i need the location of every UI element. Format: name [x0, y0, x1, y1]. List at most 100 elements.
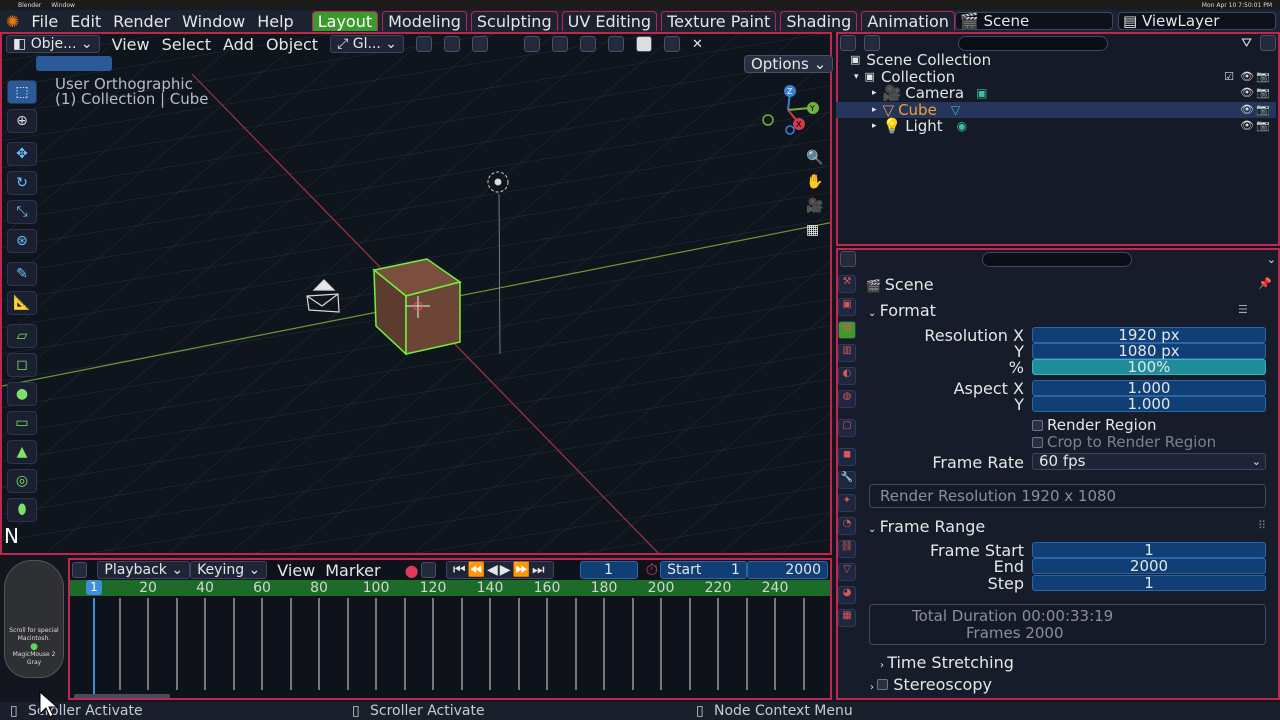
tab-modeling[interactable]: Modeling: [382, 11, 467, 31]
close-icon[interactable]: ✕: [692, 37, 703, 52]
time-stretching-panel-header[interactable]: › Time Stretching: [880, 653, 1014, 672]
add-cylinder-tool-icon[interactable]: ▭: [7, 411, 37, 435]
menu-view-timeline[interactable]: View: [277, 561, 315, 580]
playback-menu[interactable]: Playback ⌄: [97, 561, 191, 579]
world-tab-icon[interactable]: ◍: [838, 390, 856, 408]
frame-step-field[interactable]: 1: [1032, 575, 1266, 591]
tab-shading[interactable]: Shading: [780, 11, 858, 31]
frame-start-field[interactable]: 1: [1032, 542, 1266, 558]
stereoscopy-checkbox[interactable]: [877, 679, 889, 690]
perspective-grid-icon[interactable]: ▦: [806, 222, 819, 238]
measure-tool-icon[interactable]: 📐: [7, 291, 37, 315]
tool-tab-icon[interactable]: ⚒: [838, 275, 856, 293]
tab-layout[interactable]: Layout: [311, 11, 379, 31]
playhead[interactable]: 1: [86, 580, 102, 595]
collection-tab-icon[interactable]: ▢: [838, 419, 856, 437]
pin-icon[interactable]: 📌: [1258, 277, 1272, 290]
cube-render-icon[interactable]: 📷: [1256, 102, 1270, 118]
camera-visibility-icon[interactable]: 👁: [1240, 85, 1254, 101]
timeline-ruler[interactable]: 20 40 60 80 100 120 140 160 180 200 220 …: [70, 580, 830, 596]
menu-render[interactable]: Render: [113, 12, 170, 31]
visibility-icon[interactable]: [524, 36, 540, 52]
play-reverse-icon[interactable]: ◀: [487, 562, 500, 578]
modifier-tab-icon[interactable]: 🔧: [838, 471, 856, 489]
outliner-item-camera[interactable]: ▸ 🎥 Camera ▣ 👁 📷: [836, 85, 1276, 101]
prev-key-icon[interactable]: ⏪: [468, 562, 487, 578]
blender-logo-icon[interactable]: ✺: [6, 12, 19, 31]
menu-select[interactable]: Select: [162, 35, 211, 54]
proportional-edit-icon[interactable]: [472, 36, 488, 52]
tab-animation[interactable]: Animation: [861, 11, 955, 31]
scene-tab-icon[interactable]: ◐: [838, 367, 856, 385]
stopwatch-icon[interactable]: ⏱: [646, 560, 658, 580]
stereoscopy-panel-header[interactable]: › Stereoscopy: [870, 675, 992, 694]
outliner-item-light[interactable]: ▸ 💡 Light ◉ 👁 📷: [836, 118, 1276, 134]
menu-view[interactable]: View: [112, 35, 150, 54]
scene-selector[interactable]: 🎬 Scene: [955, 12, 1113, 30]
add-sphere-tool-icon[interactable]: ●: [7, 382, 37, 406]
transform-tool-icon[interactable]: ⊛: [7, 229, 37, 253]
add-cube-tool-icon[interactable]: ◻: [7, 353, 37, 377]
camera-view-icon[interactable]: 🎥: [806, 198, 823, 214]
scale-tool-icon[interactable]: ⤡: [7, 200, 37, 224]
collection-checkbox-icon[interactable]: ☑: [1224, 69, 1234, 85]
keying-menu[interactable]: Keying ⌄: [190, 561, 268, 579]
properties-search-input[interactable]: [982, 251, 1132, 267]
properties-editor-icon[interactable]: [840, 251, 856, 267]
outliner-item-cube[interactable]: ▸ ▽ Cube ▽ 👁 📷: [836, 102, 1276, 118]
tab-texture-paint[interactable]: Texture Paint: [661, 11, 777, 31]
shading-material-icon[interactable]: [664, 36, 680, 52]
end-frame-field[interactable]: 2000: [746, 561, 828, 579]
pan-hand-icon[interactable]: ✋: [806, 174, 823, 190]
gizmo-icon[interactable]: [552, 36, 568, 52]
play-icon[interactable]: ▶: [500, 562, 513, 578]
editor-type-icon[interactable]: [840, 35, 856, 51]
zoom-icon[interactable]: 🔍: [806, 150, 823, 166]
shading-solid-icon[interactable]: [636, 36, 652, 52]
jump-end-icon[interactable]: ⏭: [532, 562, 547, 578]
cube-visibility-icon[interactable]: 👁: [1240, 102, 1254, 118]
start-frame-field[interactable]: Start 1: [660, 561, 747, 579]
render-region-checkbox[interactable]: Render Region: [1032, 416, 1157, 434]
data-tab-icon[interactable]: ▽: [838, 563, 856, 581]
menu-marker[interactable]: Marker: [325, 561, 380, 580]
mac-menu-window[interactable]: Window: [51, 2, 75, 9]
menu-add[interactable]: Add: [223, 35, 254, 54]
frame-rate-dropdown[interactable]: 60 fps ⌄: [1032, 453, 1266, 470]
format-panel-header[interactable]: ⌄ Format: [868, 301, 936, 320]
expand-chevron-icon[interactable]: ▸: [872, 85, 877, 101]
selection-mode-buttons[interactable]: [36, 56, 112, 71]
next-key-icon[interactable]: ⏩: [513, 562, 532, 578]
jump-start-icon[interactable]: ⏮: [453, 562, 468, 578]
render-tab-icon[interactable]: ▣: [838, 298, 856, 316]
light-render-icon[interactable]: 📷: [1256, 118, 1270, 134]
add-cone-tool-icon[interactable]: ▲: [7, 440, 37, 464]
xray-icon[interactable]: [608, 36, 624, 52]
resolution-y-field[interactable]: 1080 px: [1032, 343, 1266, 359]
add-torus-tool-icon[interactable]: ◎: [7, 469, 37, 493]
menu-window[interactable]: Window: [182, 12, 245, 31]
collection-visibility-icon[interactable]: 👁: [1240, 69, 1254, 85]
camera-render-icon[interactable]: 📷: [1256, 85, 1270, 101]
output-tab-icon[interactable]: ▤: [838, 321, 856, 339]
overlay-icon[interactable]: [580, 36, 596, 52]
navigation-gizmo[interactable]: Z Y X 🔍 ✋ 🎥 ▦: [758, 82, 828, 238]
properties-options-icon[interactable]: ⌄: [1267, 253, 1276, 266]
object-tab-icon[interactable]: ◼: [838, 448, 856, 466]
expand-chevron-icon[interactable]: ▸: [872, 102, 877, 118]
pivot-icon[interactable]: [416, 36, 432, 52]
collapse-chevron-icon[interactable]: ▾: [854, 69, 859, 85]
aspect-x-field[interactable]: 1.000: [1032, 380, 1266, 396]
menu-edit[interactable]: Edit: [70, 12, 101, 31]
material-tab-icon[interactable]: ◕: [838, 586, 856, 604]
aspect-y-field[interactable]: 1.000: [1032, 396, 1266, 412]
outliner-collection[interactable]: ▾ ▣ Collection ☑ 👁 📷: [836, 69, 1276, 85]
mode-selector[interactable]: ◧ Obje... ⌄: [6, 35, 100, 53]
view-layer-tab-icon[interactable]: ▥: [838, 344, 856, 362]
mac-app-name[interactable]: Blender: [18, 2, 41, 9]
select-tool-icon[interactable]: ⬚: [7, 80, 37, 104]
constraints-tab-icon[interactable]: ⛓: [838, 540, 856, 558]
transform-orientation-selector[interactable]: ⤢ Gl... ⌄: [330, 35, 404, 53]
keyframe-type-icon[interactable]: [420, 562, 436, 578]
outliner-scene-collection[interactable]: ▣ Scene Collection: [836, 52, 1276, 68]
